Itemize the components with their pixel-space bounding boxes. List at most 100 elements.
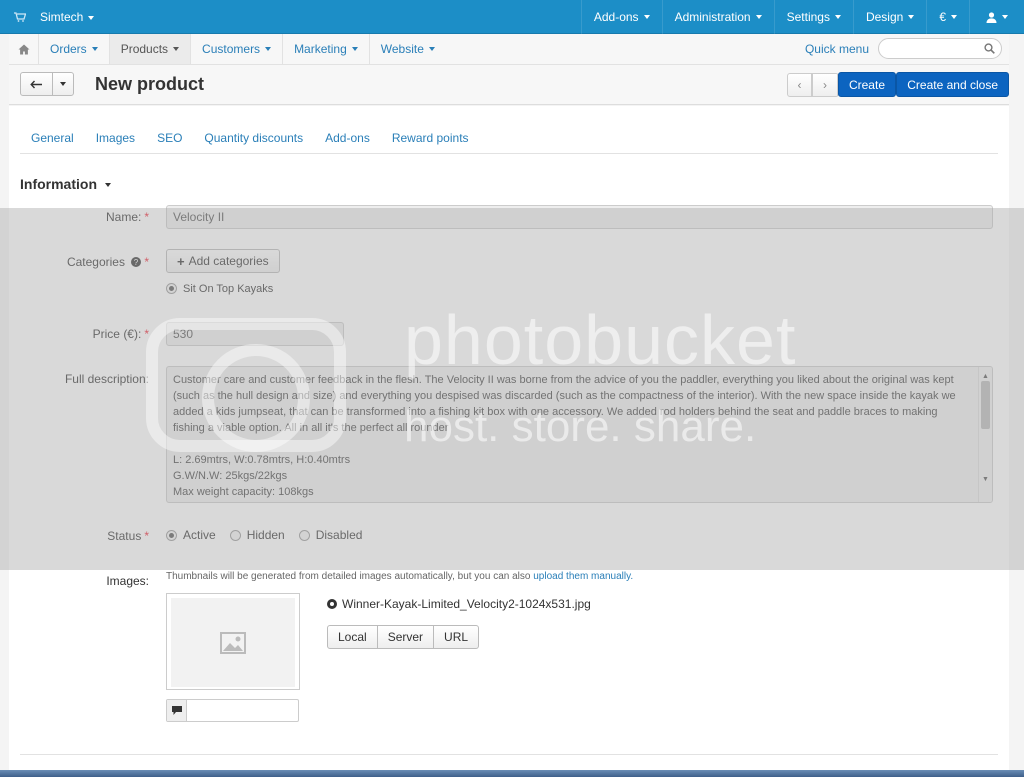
user-icon	[986, 11, 997, 23]
back-dropdown-toggle[interactable]	[53, 73, 73, 95]
menu-settings[interactable]: Settings	[773, 0, 853, 34]
tab-seo[interactable]: SEO	[146, 126, 193, 150]
menu-currency[interactable]: €	[926, 0, 969, 34]
categories-label: Categories ? *	[66, 255, 149, 269]
upload-source-group: Local Server URL	[327, 625, 480, 649]
page-title: New product	[95, 74, 205, 94]
home-button[interactable]	[9, 34, 39, 64]
chevron-down-icon	[60, 82, 66, 86]
chevron-down-icon	[428, 47, 435, 51]
name-field[interactable]: Velocity II	[166, 205, 993, 229]
selected-file: Winner-Kayak-Limited_Velocity2-1024x531.…	[327, 597, 591, 611]
nav-orders[interactable]: Orders	[39, 34, 110, 64]
category-item[interactable]: Sit On Top Kayaks	[166, 283, 273, 295]
chevron-down-icon	[643, 15, 650, 19]
remove-file-icon[interactable]	[327, 599, 337, 609]
back-button[interactable]	[21, 73, 53, 95]
chevron-down-icon	[834, 15, 841, 19]
previous-record-button[interactable]: ‹	[788, 74, 813, 96]
image-placeholder-icon	[220, 631, 246, 654]
nav-customers[interactable]: Customers	[191, 34, 284, 64]
menu-addons[interactable]: Add-ons	[580, 0, 662, 34]
tab-reward-points[interactable]: Reward points	[381, 126, 480, 150]
tab-images[interactable]: Images	[85, 126, 146, 150]
chevron-down-icon	[951, 15, 957, 19]
description-editor[interactable]: Customer care and customer feedback in t…	[166, 366, 993, 503]
price-label: Price (€): *	[92, 327, 149, 341]
section-title: Information	[20, 176, 97, 192]
status-active[interactable]: Active	[166, 528, 216, 542]
back-button-group	[20, 72, 74, 96]
home-icon	[18, 44, 29, 54]
top-bar: Simtech Add-ons Administration Settings …	[0, 0, 1024, 34]
nav-marketing[interactable]: Marketing	[283, 34, 370, 64]
top-menu: Add-ons Administration Settings Design €	[580, 0, 1024, 34]
chevron-left-icon: ‹	[788, 74, 812, 96]
chevron-down-icon	[1002, 15, 1008, 19]
main-content: General Images SEO Quantity discounts Ad…	[9, 106, 1009, 777]
chevron-right-icon: ›	[813, 74, 838, 96]
product-tabs: General Images SEO Quantity discounts Ad…	[20, 126, 998, 154]
create-button[interactable]: Create	[837, 72, 896, 97]
add-categories-label: Add categories	[188, 254, 269, 268]
quick-menu-link[interactable]: Quick menu	[805, 42, 869, 56]
tab-quantity-discounts[interactable]: Quantity discounts	[193, 126, 314, 150]
name-label: Name: *	[105, 210, 149, 224]
tab-addons[interactable]: Add-ons	[314, 126, 381, 150]
upload-server-button[interactable]: Server	[378, 626, 435, 648]
status-hidden[interactable]: Hidden	[229, 528, 285, 542]
price-field[interactable]: 530	[166, 322, 344, 346]
description-label: Full description:	[64, 372, 149, 386]
description-weight: G.W/N.W: 25kgs/22kgs	[173, 470, 288, 482]
help-icon[interactable]: ?	[131, 257, 142, 267]
image-alt-input[interactable]	[166, 699, 299, 722]
upload-url-button[interactable]: URL	[434, 626, 478, 648]
menu-user[interactable]	[969, 0, 1024, 34]
chevron-down-icon	[265, 47, 272, 51]
category-radio[interactable]	[166, 283, 177, 294]
status-active-radio[interactable]	[166, 530, 177, 541]
add-categories-button[interactable]: + Add categories	[166, 249, 280, 273]
chevron-down-icon	[908, 15, 915, 19]
nav-website[interactable]: Website	[370, 34, 446, 64]
image-thumbnail[interactable]	[166, 593, 300, 690]
next-record-button[interactable]: ›	[813, 74, 838, 96]
images-label: Images:	[106, 574, 149, 588]
search-icon	[984, 43, 995, 54]
category-name: Sit On Top Kayaks	[183, 283, 274, 295]
status-disabled[interactable]: Disabled	[298, 528, 362, 542]
images-help-text: Thumbnails will be generated from detail…	[166, 571, 634, 582]
description-dimensions: L: 2.69mtrs, W:0.78mtrs, H:0.40mtrs	[173, 454, 351, 466]
chevron-down-icon	[351, 47, 358, 51]
menu-design[interactable]: Design	[852, 0, 926, 34]
status-options: Active Hidden Disabled	[166, 528, 362, 542]
create-and-close-button[interactable]: Create and close	[896, 72, 1009, 97]
section-information-toggle[interactable]: Information	[20, 176, 111, 192]
chevron-down-icon	[88, 15, 95, 20]
divider	[20, 754, 998, 755]
status-label: Status *	[107, 529, 149, 543]
comment-icon	[171, 706, 182, 715]
upload-manually-link[interactable]: upload them manually.	[533, 571, 633, 582]
tab-general[interactable]: General	[20, 126, 85, 150]
back-arrow-icon	[30, 80, 42, 88]
record-pager: ‹ ›	[787, 73, 839, 97]
description-paragraph: Customer care and customer feedback in t…	[173, 374, 956, 434]
os-taskbar	[0, 770, 1024, 777]
status-disabled-radio[interactable]	[298, 530, 310, 541]
search-input[interactable]	[878, 38, 1002, 59]
chevron-down-icon	[755, 15, 762, 19]
nav-products[interactable]: Products	[109, 34, 192, 64]
chevron-down-icon	[91, 47, 98, 51]
description-scrollbar[interactable]: ▲ ▼	[978, 367, 992, 502]
chevron-down-icon	[173, 47, 180, 51]
status-hidden-radio[interactable]	[229, 530, 241, 541]
upload-local-button[interactable]: Local	[328, 626, 378, 648]
menu-administration[interactable]: Administration	[661, 0, 774, 34]
description-capacity: Max weight capacity: 108kgs	[173, 486, 314, 498]
scroll-thumb[interactable]	[981, 381, 990, 429]
brand[interactable]: Simtech	[14, 0, 95, 34]
store-name[interactable]: Simtech	[40, 10, 95, 24]
scroll-down-icon[interactable]: ▼	[982, 472, 989, 488]
chevron-down-icon	[105, 183, 111, 188]
